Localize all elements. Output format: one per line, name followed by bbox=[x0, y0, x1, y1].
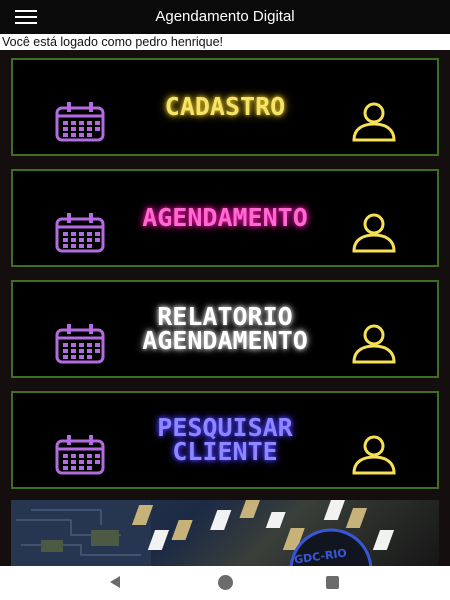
person-icon bbox=[352, 435, 396, 475]
back-icon[interactable] bbox=[110, 576, 120, 588]
recent-apps-icon[interactable] bbox=[326, 576, 339, 589]
cadastro-label: CADASTRO bbox=[164, 92, 286, 121]
gdc-rio-banner-image: GDC-RIO bbox=[11, 500, 439, 566]
app-bar: Agendamento Digital bbox=[0, 0, 450, 34]
logged-in-status: Você está logado como pedro henrique! bbox=[0, 34, 450, 50]
pesquisar-cliente-button[interactable]: PESQUISAR CLIENTE bbox=[11, 391, 439, 489]
person-icon bbox=[352, 324, 396, 364]
banner-artwork bbox=[11, 500, 395, 566]
calendar-icon bbox=[55, 213, 105, 253]
cadastro-button[interactable]: CADASTRO bbox=[11, 58, 439, 156]
calendar-icon bbox=[55, 324, 105, 364]
calendar-icon bbox=[55, 435, 105, 475]
calendar-icon bbox=[55, 102, 105, 142]
home-icon[interactable] bbox=[218, 575, 233, 590]
agendamento-button[interactable]: AGENDAMENTO bbox=[11, 169, 439, 267]
person-icon bbox=[352, 213, 396, 253]
relatorio-agendamento-label: RELATORIO AGENDAMENTO bbox=[142, 302, 308, 355]
agendamento-label: AGENDAMENTO bbox=[142, 203, 308, 232]
main-content: CADASTRO AGENDAMENTO RELATORIO AGENDAMEN… bbox=[0, 50, 450, 566]
pesquisar-cliente-label: PESQUISAR CLIENTE bbox=[157, 413, 293, 466]
system-nav-bar bbox=[0, 566, 450, 600]
relatorio-agendamento-button[interactable]: RELATORIO AGENDAMENTO bbox=[11, 280, 439, 378]
app-title: Agendamento Digital bbox=[155, 8, 295, 25]
person-icon bbox=[352, 102, 396, 142]
